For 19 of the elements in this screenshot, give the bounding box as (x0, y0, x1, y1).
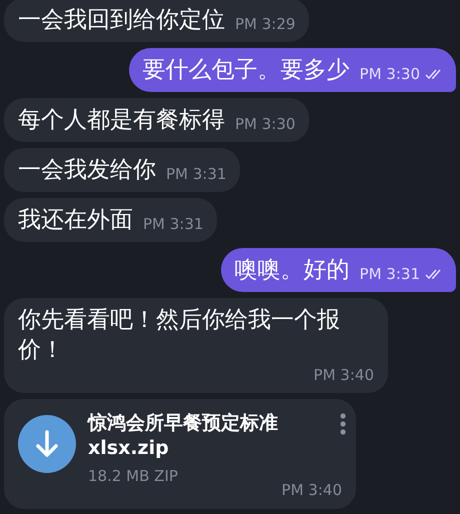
message-text: 每个人都是有餐标得 (18, 106, 225, 135)
message-text: 一会我回到给你定位 (18, 6, 225, 35)
message-time: PM 3:29 (235, 14, 296, 34)
message-text: 我还在外面 (18, 206, 133, 235)
message-time: PM 3:30 (235, 114, 296, 134)
message-text: 噢噢。好的 (234, 256, 350, 285)
message-time: PM 3:31 (143, 214, 204, 234)
more-icon[interactable] (340, 413, 346, 435)
message-time: PM 3:30 (360, 64, 442, 84)
message-text: 你先看看吧！然后你给我一个报价！ (18, 306, 341, 365)
message-time: PM 3:31 (166, 164, 226, 184)
message-time: PM 3:40 (282, 480, 342, 500)
message-time: PM 3:31 (360, 264, 442, 284)
message-time: PM 3:40 (314, 365, 374, 385)
message-text: 一会我发给你 (18, 156, 156, 185)
file-size: 18.2 MB ZIP (88, 466, 178, 487)
message-text: 要什么包子。要多少 (142, 56, 350, 85)
download-icon[interactable] (18, 415, 76, 473)
file-name: 惊鸿会所早餐预定标准xlsx.zip (88, 411, 279, 461)
